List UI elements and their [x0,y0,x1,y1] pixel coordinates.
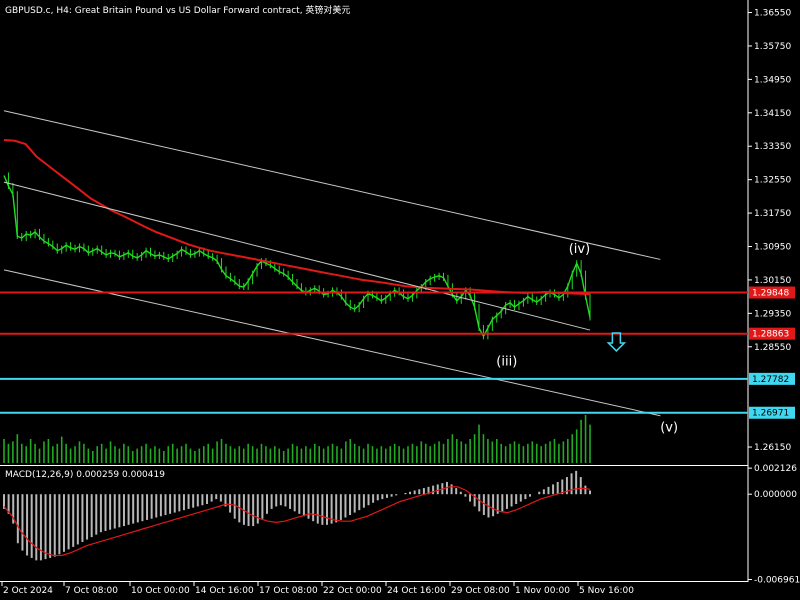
macd-y-tick-label: 0.000000 [754,490,797,500]
level-label-1.29848: 1.29848 [752,289,789,299]
x-tick-label: 1 Nov 00:00 [515,586,570,596]
level-label-1.26971: 1.26971 [752,409,789,419]
channel-line-2 [3,181,591,331]
x-tick-label: 2 Oct 2024 [3,586,53,596]
x-tick-label: 7 Oct 08:00 [65,586,118,596]
price-chart-svg[interactable]: 1.29848 1.28863 1.27782 1.26971 1.36550 1.357… [0,0,800,600]
y-tick-label: 1.34150 [754,109,791,119]
y-tick-label: 1.31750 [754,209,791,219]
channel-line-1 [3,110,661,260]
wave-label-v: (v) [660,421,678,436]
y-tick-label: 1.33350 [754,142,791,152]
x-tick-label: 29 Oct 08:00 [451,586,510,596]
wave-label-iii: (iii) [496,355,517,370]
x-tick-label: 17 Oct 08:00 [259,586,318,596]
wave-label-iv: (iv) [569,242,590,257]
macd-y-tick-label: -0.006961 [754,576,800,586]
x-tick-label: 22 Oct 00:00 [323,586,382,596]
trading-chart-window: GBPUSD.c, H4: Great Britain Pound vs US … [0,0,800,600]
y-tick-label: 1.35750 [754,42,791,52]
x-tick-label: 5 Nov 16:00 [579,586,634,596]
x-tick-label: 10 Oct 00:00 [131,586,190,596]
x-tick-label: 14 Oct 16:00 [195,586,254,596]
y-tick-label: 1.32550 [754,176,791,186]
level-label-1.27782: 1.27782 [752,375,789,385]
y-tick-label: 1.26150 [754,443,791,453]
y-tick-label: 1.36550 [754,9,791,19]
x-tick-label: 24 Oct 16:00 [387,586,446,596]
moving-average-line [3,139,591,296]
y-tick-label: 1.30150 [754,276,791,286]
y-tick-label: 1.28550 [754,343,791,353]
level-label-1.28863: 1.28863 [752,330,789,340]
y-tick-label: 1.34950 [754,75,791,85]
macd-y-tick-label: 0.002126 [754,464,797,474]
down-arrow-icon [606,332,627,353]
y-tick-label: 1.29350 [754,309,791,319]
y-tick-label: 1.30950 [754,242,791,252]
